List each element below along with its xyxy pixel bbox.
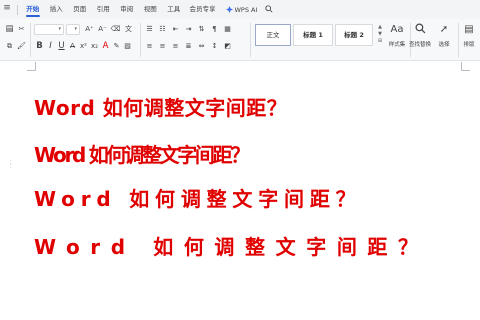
menu-icon[interactable]: ≡ (0, 0, 14, 19)
ribbon-toolbar: ▤ ✂ ⧉ 🖌 ▾ ▾ A⁺ A⁻ ⌫ 文 B I U A x² x₂ A ✎ … (0, 19, 480, 61)
select-label: 选择 (438, 42, 450, 48)
bullet-list-icon[interactable]: ☰ (144, 24, 155, 35)
search-icon[interactable] (265, 4, 273, 15)
chevron-down-icon: ▾ (74, 26, 77, 32)
arrange-label: 排版 (463, 42, 475, 48)
style-normal[interactable]: 正文 (255, 24, 291, 46)
doc-line-3[interactable]: Word 如何调整文字间距？ (34, 183, 361, 212)
doc-line-4[interactable]: Word 如何调整文字间距？ (34, 231, 429, 260)
italic-icon[interactable]: I (45, 41, 56, 52)
tab-tools[interactable]: 工具 (162, 0, 186, 19)
arrange-button[interactable]: ▤ 排版 (455, 23, 480, 48)
distribute-icon[interactable]: ⇔ (196, 41, 207, 52)
copy-icon[interactable]: ⧉ (4, 41, 15, 52)
toolbar-divider (250, 23, 251, 57)
style-heading-2[interactable]: 标题 2 (335, 24, 373, 46)
page-corner-mark (27, 62, 36, 71)
justify-icon[interactable]: ≣ (183, 41, 194, 52)
tab-insert[interactable]: 插入 (45, 0, 69, 19)
select-button[interactable]: ➚ 选择 (430, 23, 458, 48)
font-color-icon[interactable]: A (100, 41, 111, 52)
toolbar-divider (30, 23, 31, 57)
tab-home[interactable]: 开始 (21, 0, 45, 19)
format-painter-icon[interactable]: 🖌 (16, 41, 27, 52)
tab-review[interactable]: 审阅 (115, 0, 139, 19)
tab-references[interactable]: 引用 (92, 0, 116, 19)
shading-icon[interactable]: ◩ (222, 41, 233, 52)
highlight-icon[interactable]: ✎ (111, 41, 122, 52)
arrange-icon: ▤ (464, 24, 474, 35)
align-center-icon[interactable]: ≡ (157, 41, 168, 52)
superscript-icon[interactable]: x² (78, 41, 89, 52)
decrease-indent-icon[interactable]: ⇤ (170, 24, 181, 35)
tab-page[interactable]: 页面 (68, 0, 92, 19)
font-name-select[interactable]: ▾ (34, 24, 64, 35)
toolbar-divider (140, 23, 141, 57)
phonetic-icon[interactable]: 文 (123, 24, 134, 35)
wps-ai-button[interactable]: WPS AI (225, 5, 258, 14)
borders-icon[interactable]: ▦ (222, 24, 233, 35)
tab-divider (17, 4, 18, 15)
align-right-icon[interactable]: ≡ (170, 41, 181, 52)
line-spacing-icon[interactable]: ↕ (209, 41, 220, 52)
char-shading-icon[interactable]: ▧ (122, 41, 133, 52)
doc-line-1[interactable]: Word 如何调整文字间距？ (34, 92, 287, 121)
doc-line-2[interactable]: Word 如何调整文字间距？ (34, 139, 250, 168)
numbered-list-icon[interactable]: ☷ (157, 24, 168, 35)
clear-format-icon[interactable]: ⌫ (110, 24, 121, 35)
increase-indent-icon[interactable]: ⇥ (183, 24, 194, 35)
font-size-select[interactable]: ▾ (66, 24, 80, 35)
align-left-icon[interactable]: ≡ (144, 41, 155, 52)
page-corner-mark (461, 62, 470, 71)
tab-member[interactable]: 会员专享 (186, 0, 220, 19)
tab-view[interactable]: 视图 (139, 0, 163, 19)
sort-icon[interactable]: ⇅ (196, 24, 207, 35)
chevron-down-icon: ▾ (58, 26, 61, 32)
underline-icon[interactable]: U (56, 41, 67, 52)
ribbon-tab-bar: ≡ 开始 插入 页面 引用 审阅 视图 工具 会员专享 WPS AI (0, 0, 480, 19)
wps-ai-label: WPS AI (234, 5, 258, 14)
wps-ai-icon (225, 6, 233, 13)
cut-icon[interactable]: ✂ (16, 24, 27, 35)
show-marks-icon[interactable]: ¶ (209, 24, 220, 35)
strikethrough-icon[interactable]: A (67, 41, 78, 52)
paste-icon[interactable]: ▤ (4, 24, 15, 35)
shrink-font-icon[interactable]: A⁻ (97, 24, 108, 35)
subscript-icon[interactable]: x₂ (89, 41, 100, 52)
style-heading-1[interactable]: 标题 1 (293, 24, 333, 46)
grow-font-icon[interactable]: A⁺ (84, 24, 95, 35)
cursor-icon: ➚ (439, 24, 449, 35)
drag-handle-icon[interactable]: ⁚ ⁚ (10, 161, 12, 170)
bold-icon[interactable]: B (34, 41, 45, 52)
